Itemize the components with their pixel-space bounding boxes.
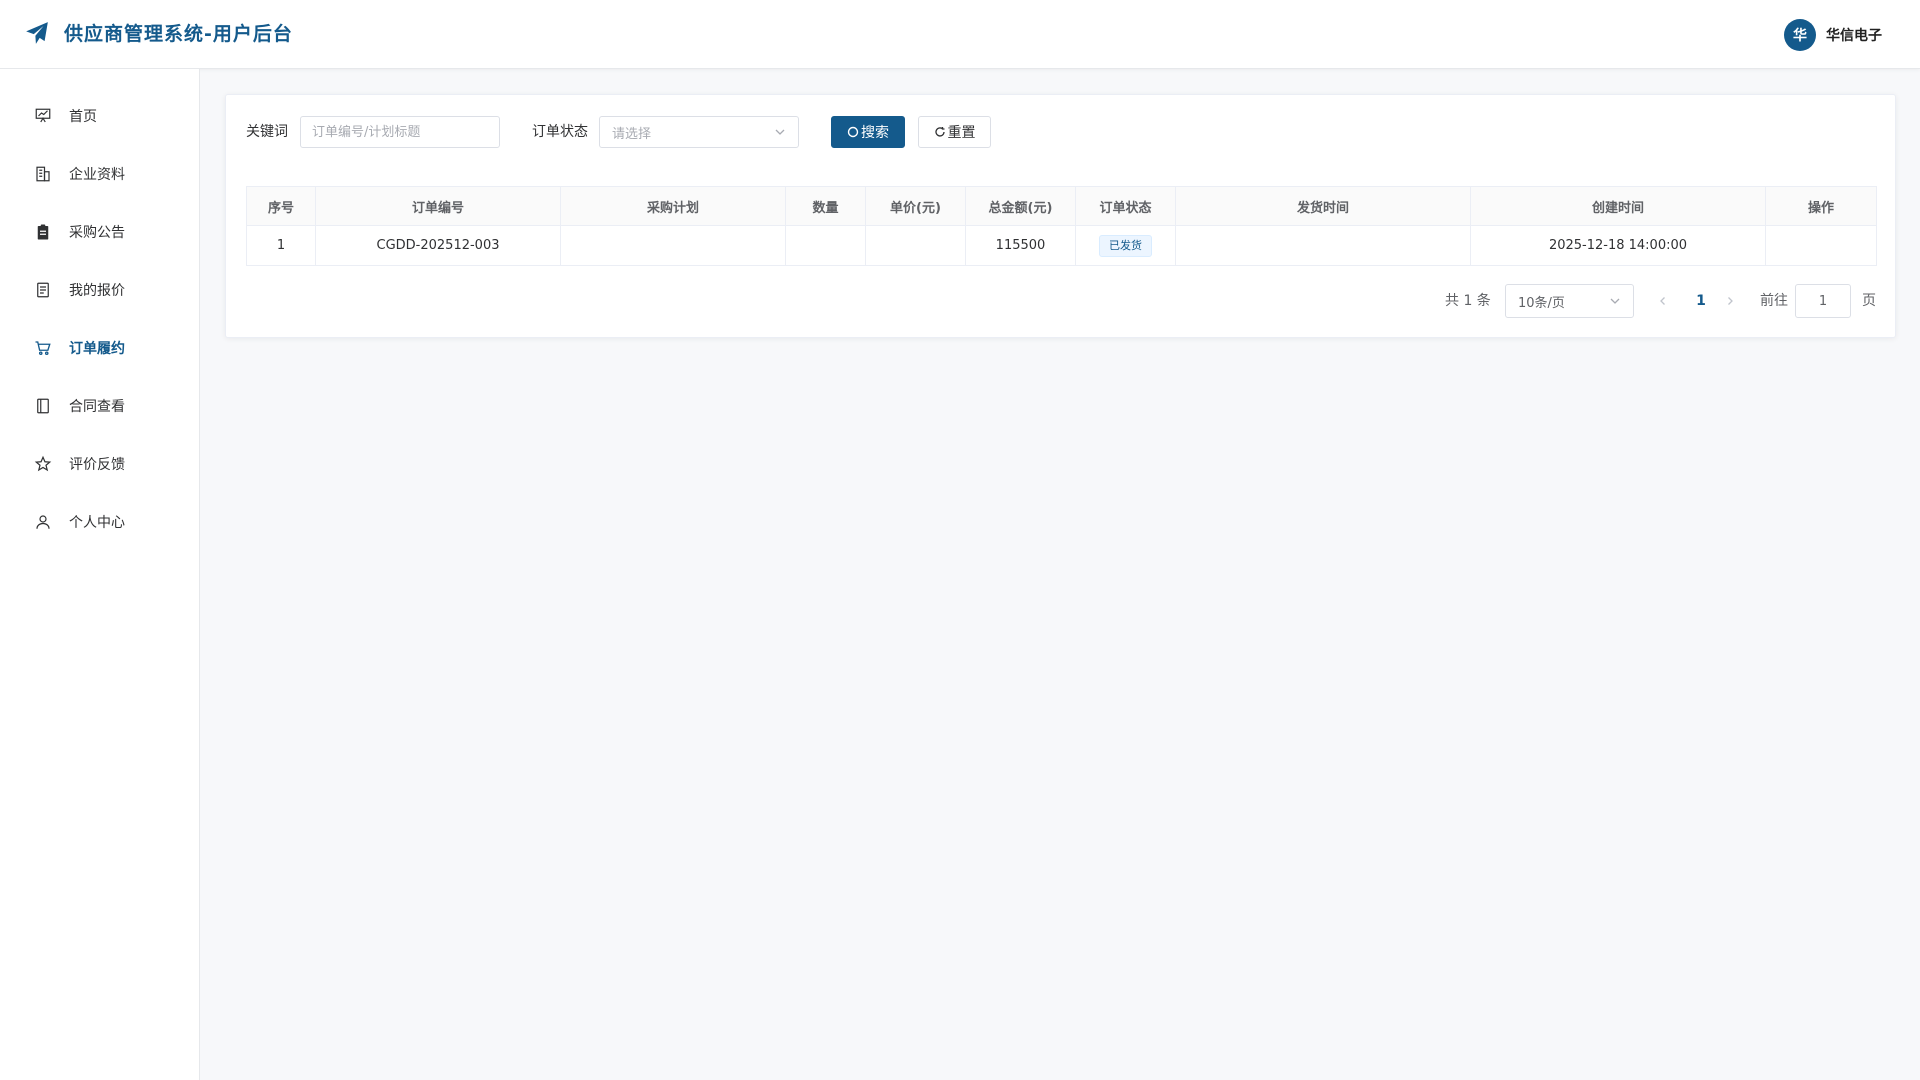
cart-icon xyxy=(35,341,51,356)
avatar[interactable]: 华 xyxy=(1784,19,1816,51)
paper-plane-icon xyxy=(26,21,48,44)
sidebar-item-label: 评价反馈 xyxy=(69,457,125,473)
order-status-placeholder: 请选择 xyxy=(612,126,652,142)
notebook-icon xyxy=(37,398,49,414)
user-name[interactable]: 华信电子 xyxy=(1826,25,1882,45)
reset-button-label: 重置 xyxy=(947,125,976,141)
dashboard-icon xyxy=(35,108,51,123)
sidebar-item-label: 我的报价 xyxy=(69,283,125,299)
sidebar-item-personal-center[interactable]: 个人中心 xyxy=(0,499,199,545)
chevron-down-icon xyxy=(1610,298,1620,304)
chevron-left-icon xyxy=(1660,297,1665,305)
sidebar-item-label: 企业资料 xyxy=(69,167,125,183)
building-icon xyxy=(36,166,50,182)
table-row[interactable]: 1 CGDD-202512-003 115500 已发货 2025-12-18 … xyxy=(246,225,1877,266)
chevron-right-icon xyxy=(1728,297,1733,305)
cell-created-at: 2025-12-18 14:00:00 xyxy=(1470,225,1766,266)
cell-unit-price xyxy=(865,225,966,266)
page-size-select[interactable]: 10条/页 xyxy=(1505,284,1634,318)
cell-actions xyxy=(1765,225,1877,266)
order-table: 序号 订单编号 采购计划 数量 单价(元) 总金额(元) 订单状态 发货时间 创… xyxy=(246,186,1877,266)
star-icon xyxy=(34,455,52,472)
user-icon xyxy=(36,515,50,529)
col-header-ship-time: 发货时间 xyxy=(1175,186,1471,226)
order-list-card: 关键词 订单状态 请选择 搜索 重置 序号 订单编号 采购计划 数量 单价(元)… xyxy=(225,94,1896,338)
goto-page-input[interactable] xyxy=(1795,284,1851,318)
col-header-quantity: 数量 xyxy=(785,186,866,226)
search-icon xyxy=(847,126,859,138)
clipboard-icon xyxy=(37,224,49,240)
col-header-unit-price: 单价(元) xyxy=(865,186,966,226)
page-suffix-label: 页 xyxy=(1862,293,1876,309)
col-header-actions: 操作 xyxy=(1765,186,1877,226)
pagination-total: 共 1 条 xyxy=(1445,293,1491,309)
sidebar-item-feedback[interactable]: 评价反馈 xyxy=(0,441,199,487)
cell-order-no: CGDD-202512-003 xyxy=(315,225,561,266)
sidebar-item-home[interactable]: 首页 xyxy=(0,93,199,139)
sidebar-item-contracts[interactable]: 合同查看 xyxy=(0,383,199,429)
top-header: 供应商管理系统-用户后台 华 华信电子 xyxy=(0,0,1920,69)
user-menu[interactable]: 华 华信电子 xyxy=(1784,19,1882,51)
col-header-plan: 采购计划 xyxy=(560,186,786,226)
cell-quantity xyxy=(785,225,866,266)
col-header-created-at: 创建时间 xyxy=(1470,186,1766,226)
document-icon xyxy=(37,282,49,298)
cell-plan xyxy=(560,225,786,266)
order-status-select[interactable]: 请选择 xyxy=(599,116,799,148)
app-title: 供应商管理系统-用户后台 xyxy=(64,23,293,45)
col-header-index: 序号 xyxy=(246,186,316,226)
sidebar-item-label: 首页 xyxy=(69,109,97,125)
keyword-label: 关键词 xyxy=(246,124,288,140)
col-header-status: 订单状态 xyxy=(1075,186,1176,226)
cell-index: 1 xyxy=(246,225,316,266)
sidebar-item-my-quotes[interactable]: 我的报价 xyxy=(0,267,199,313)
col-header-order-no: 订单编号 xyxy=(315,186,561,226)
sidebar: 首页 企业资料 采购公告 我的报价 订单履约 合同查看 评价反馈 个人中心 xyxy=(0,69,200,1080)
refresh-icon xyxy=(934,127,945,137)
keyword-input[interactable] xyxy=(300,116,500,148)
sidebar-item-label: 订单履约 xyxy=(69,341,125,357)
cell-status: 已发货 xyxy=(1075,225,1176,266)
search-button[interactable]: 搜索 xyxy=(831,116,905,148)
goto-label: 前往 xyxy=(1760,293,1788,309)
next-page-button[interactable] xyxy=(1718,284,1742,318)
sidebar-item-order-fulfillment[interactable]: 订单履约 xyxy=(0,325,199,371)
search-button-label: 搜索 xyxy=(861,125,889,141)
cell-total: 115500 xyxy=(965,225,1076,266)
page-size-value: 10条/页 xyxy=(1518,295,1565,311)
chevron-down-icon xyxy=(775,129,785,135)
sidebar-item-label: 采购公告 xyxy=(69,225,125,241)
order-status-label: 订单状态 xyxy=(532,124,588,140)
cell-ship-time xyxy=(1175,225,1471,266)
sidebar-item-label: 合同查看 xyxy=(69,399,125,415)
status-badge: 已发货 xyxy=(1099,234,1152,257)
sidebar-item-procurement-notice[interactable]: 采购公告 xyxy=(0,209,199,255)
brand[interactable]: 供应商管理系统-用户后台 xyxy=(24,19,293,46)
col-header-total: 总金额(元) xyxy=(965,186,1076,226)
prev-page-button[interactable] xyxy=(1651,284,1675,318)
sidebar-item-label: 个人中心 xyxy=(69,515,125,531)
table-header-row: 序号 订单编号 采购计划 数量 单价(元) 总金额(元) 订单状态 发货时间 创… xyxy=(246,186,1877,226)
sidebar-item-company-profile[interactable]: 企业资料 xyxy=(0,151,199,197)
reset-button[interactable]: 重置 xyxy=(918,116,991,148)
page-number-current[interactable]: 1 xyxy=(1686,284,1716,318)
